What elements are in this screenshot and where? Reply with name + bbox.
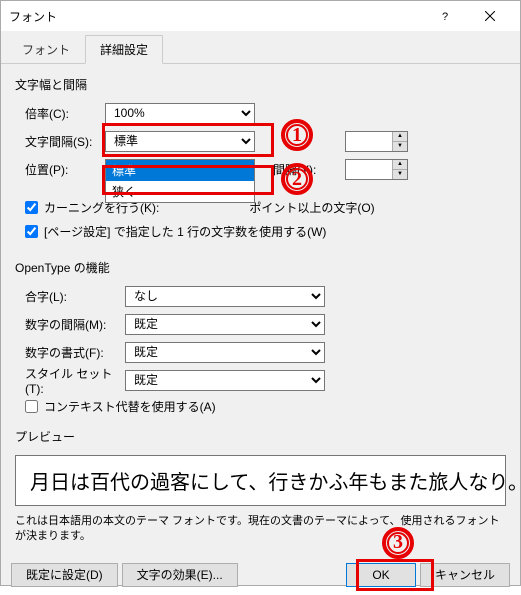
- numforms-select[interactable]: 既定: [125, 342, 325, 363]
- kerning-checkbox[interactable]: [25, 201, 38, 214]
- section1-heading: 文字幅と間隔: [15, 76, 506, 93]
- styleset-label: スタイル セット(T):: [25, 365, 125, 396]
- pagesetup-checkbox[interactable]: [25, 225, 38, 238]
- position-amount-spinner[interactable]: ▲▼: [345, 159, 408, 180]
- tabbar: フォント 詳細設定: [1, 31, 520, 64]
- preview-heading: プレビュー: [15, 428, 506, 445]
- spacing-amount-input[interactable]: [346, 132, 392, 151]
- titlebar: フォント ?: [1, 1, 520, 31]
- content-area: 文字幅と間隔 倍率(C): 100% 文字間隔(S): 標準 x ▲▼ 位置(P…: [1, 64, 520, 555]
- spin-up-icon[interactable]: ▲: [392, 132, 407, 142]
- svg-text:?: ?: [442, 11, 448, 21]
- spin-down-icon[interactable]: ▼: [392, 170, 407, 179]
- spacing-label: 文字間隔(S):: [25, 133, 105, 150]
- styleset-select[interactable]: 既定: [125, 370, 325, 391]
- contextual-label: コンテキスト代替を使用する(A): [44, 398, 216, 415]
- spin-down-icon[interactable]: ▼: [392, 142, 407, 151]
- section2-heading: OpenType の機能: [15, 259, 506, 276]
- button-bar: 既定に設定(D) 文字の効果(E)... OK キャンセル 3: [1, 555, 520, 595]
- contextual-checkbox[interactable]: [25, 400, 38, 413]
- preview-box: 月日は百代の過客にして、行きかふ年もまた旅人なり。: [15, 455, 506, 506]
- section2: 合字(L): なし 数字の間隔(M): 既定 数字の書式(F): 既定 スタイル…: [25, 282, 506, 418]
- tab-advanced[interactable]: 詳細設定: [85, 35, 163, 64]
- help-button[interactable]: ?: [422, 1, 467, 31]
- spacing-amount-spinner[interactable]: ▲▼: [345, 131, 408, 152]
- spacing-select[interactable]: 標準: [105, 131, 255, 152]
- pagesetup-label: [ページ設定] で指定した 1 行の文字数を使用する(W): [44, 223, 326, 240]
- scale-select[interactable]: 100%: [105, 103, 255, 124]
- scale-label: 倍率(C):: [25, 105, 105, 122]
- kerning-unit-label: ポイント以上の文字(O): [249, 199, 374, 216]
- numspacing-label: 数字の間隔(M):: [25, 316, 125, 333]
- cancel-button[interactable]: キャンセル: [420, 563, 510, 587]
- numspacing-select[interactable]: 既定: [125, 314, 325, 335]
- font-dialog: フォント ? フォント 詳細設定 文字幅と間隔 倍率(C): 100% 文字間隔…: [0, 0, 521, 586]
- ligatures-select[interactable]: なし: [125, 286, 325, 307]
- position-label: 位置(P):: [25, 161, 105, 178]
- dropdown-option-standard[interactable]: 標準: [106, 160, 254, 181]
- set-default-button[interactable]: 既定に設定(D): [11, 563, 118, 587]
- position-amount-input[interactable]: [346, 160, 392, 179]
- ok-button[interactable]: OK: [346, 563, 416, 587]
- text-effects-button[interactable]: 文字の効果(E)...: [122, 563, 238, 587]
- close-button[interactable]: [467, 1, 512, 31]
- dropdown-option-narrow[interactable]: 狭く: [106, 181, 254, 202]
- preview-text: 月日は百代の過客にして、行きかふ年もまた旅人なり。: [30, 466, 491, 495]
- spin-up-icon[interactable]: ▲: [392, 160, 407, 170]
- ligatures-label: 合字(L):: [25, 288, 125, 305]
- section1: 倍率(C): 100% 文字間隔(S): 標準 x ▲▼ 位置(P): 間隔(Y…: [25, 99, 506, 249]
- annotation-circle-3: 3: [382, 527, 414, 559]
- annotation-circle-2: 2: [281, 163, 313, 195]
- spacing-dropdown-list[interactable]: 標準 狭く: [105, 159, 255, 203]
- annotation-circle-1: 1: [281, 119, 313, 151]
- numforms-label: 数字の書式(F):: [25, 344, 125, 361]
- window-title: フォント: [9, 8, 422, 25]
- tab-font[interactable]: フォント: [7, 35, 85, 63]
- preview-note: これは日本語用の本文のテーマ フォントです。現在の文書のテーマによって、使用され…: [15, 514, 506, 545]
